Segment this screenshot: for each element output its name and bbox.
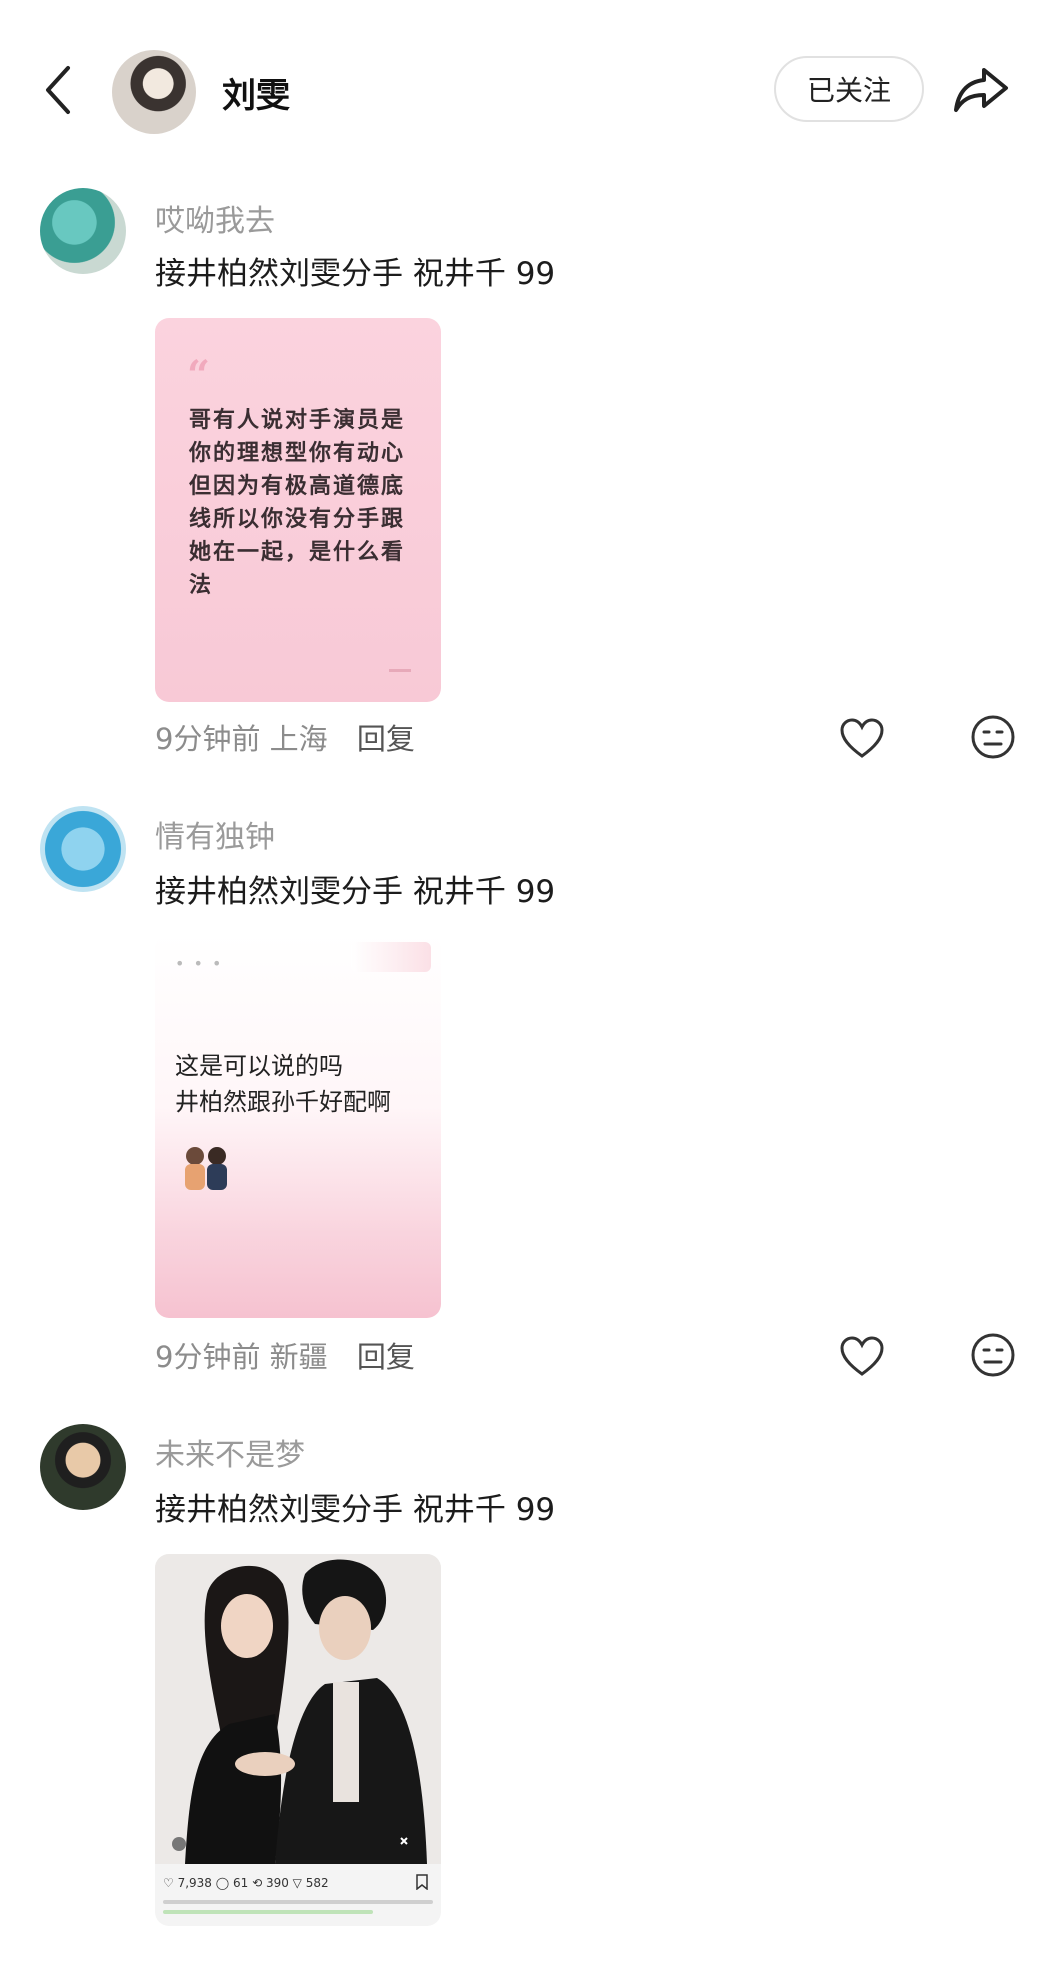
comment-text: 接井柏然刘雯分手 祝井千 99: [155, 256, 556, 292]
post-caption-line: [163, 1910, 373, 1914]
heart-icon[interactable]: [838, 1334, 886, 1378]
user-avatar[interactable]: [40, 188, 126, 274]
comment-location: 上海: [269, 722, 328, 756]
follow-button[interactable]: 已关注: [774, 56, 924, 122]
heart-icon[interactable]: [838, 716, 886, 760]
comment-time: 9分钟前: [155, 1340, 261, 1374]
comment-meta: 9分钟前 新疆 回复: [155, 1334, 415, 1376]
card-divider: [389, 669, 411, 672]
post-stats: ♡ 7,938 ◯ 61 ⟲ 390 ▽ 582: [163, 1876, 329, 1890]
comment-meta: 9分钟前 上海 回复: [155, 716, 415, 758]
share-icon[interactable]: [952, 64, 1010, 114]
card-header-bar: [351, 942, 431, 972]
comment-text: 接井柏然刘雯分手 祝井千 99: [155, 874, 556, 910]
couple-illustration: [172, 1559, 427, 1864]
user-avatar[interactable]: [40, 806, 126, 892]
card-line: 这是可以说的吗: [175, 1052, 343, 1080]
bookmark-icon: [416, 1874, 428, 1890]
emoji-icon[interactable]: [970, 714, 1016, 760]
profile-name[interactable]: 刘雯: [222, 68, 290, 117]
top-bar: 刘雯 已关注: [0, 0, 1064, 170]
card-line: 井柏然跟孙千好配啊: [175, 1088, 391, 1116]
reply-button[interactable]: 回复: [357, 1340, 415, 1374]
profile-avatar[interactable]: [112, 50, 196, 134]
comment-username[interactable]: 未来不是梦: [155, 1430, 305, 1474]
emoji-icon[interactable]: [970, 1332, 1016, 1378]
back-icon[interactable]: [40, 62, 76, 118]
comment-username[interactable]: 情有独钟: [155, 812, 275, 856]
comment-username[interactable]: 哎呦我去: [155, 196, 275, 240]
comment-time: 9分钟前: [155, 722, 261, 756]
comment-location: 新疆: [269, 1340, 328, 1374]
comment-image[interactable]: “ 哥有人说对手演员是你的理想型你有动心但因为有极高道德底线所以你没有分手跟她在…: [155, 318, 441, 702]
comment-image[interactable]: ♡ 7,938 ◯ 61 ⟲ 390 ▽ 582: [155, 1554, 441, 1926]
bottom-fade: [0, 1930, 1064, 1984]
comment-text: 接井柏然刘雯分手 祝井千 99: [155, 1492, 556, 1528]
card-menu-dots: • • •: [175, 954, 224, 973]
card-text: 哥有人说对手演员是你的理想型你有动心但因为有极高道德底线所以你没有分手跟她在一起…: [189, 408, 406, 598]
post-caption-line: [163, 1900, 433, 1904]
reply-button[interactable]: 回复: [357, 722, 415, 756]
user-avatar[interactable]: [40, 1424, 126, 1510]
comment-image[interactable]: • • • 这是可以说的吗 井柏然跟孙千好配啊: [155, 934, 441, 1318]
couple-thumbnail: [185, 1147, 227, 1190]
quote-mark: “: [187, 352, 211, 399]
